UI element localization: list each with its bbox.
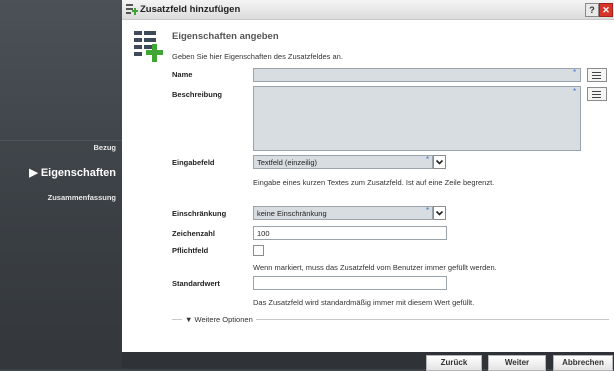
required-field-hint: Wenn markiert, muss das Zusatzfeld vom B…: [253, 263, 497, 272]
sidebar-divider: [0, 140, 122, 141]
dialog: Zusatzfeld hinzufügen ? ✕ Eigenschaften …: [122, 0, 614, 352]
close-button[interactable]: ✕: [599, 3, 613, 17]
restriction-dropdown-button[interactable]: [433, 206, 446, 220]
add-field-icon: [126, 4, 138, 17]
required-marker: *: [426, 155, 430, 164]
char-count-value: 100: [257, 229, 270, 238]
add-field-large-icon: [134, 31, 164, 65]
char-count-input[interactable]: 100: [253, 226, 447, 240]
restriction-value: keine Einschränkung: [257, 209, 327, 218]
char-count-label: Zeichenzahl: [172, 229, 215, 238]
required-marker: *: [573, 87, 577, 96]
input-type-hint: Eingabe eines kurzen Textes zum Zusatzfe…: [253, 178, 495, 187]
required-field-checkbox[interactable]: [253, 245, 264, 256]
description-textarea[interactable]: [253, 86, 581, 151]
chevron-down-icon: [435, 210, 444, 216]
restriction-label: Einschränkung: [172, 209, 227, 218]
input-type-select[interactable]: Textfeld (einzeilig): [253, 155, 433, 169]
more-options-toggle[interactable]: ▼ Weitere Optionen: [182, 315, 256, 324]
input-type-dropdown-button[interactable]: [433, 155, 446, 169]
dialog-title: Zusatzfeld hinzufügen: [140, 4, 241, 15]
title-bar: Zusatzfeld hinzufügen ? ✕: [122, 0, 614, 20]
text-editor-button[interactable]: [587, 68, 607, 82]
sidebar-item-bezug[interactable]: Bezug: [94, 143, 117, 152]
section-heading: Eigenschaften angeben: [172, 31, 279, 42]
input-type-label: Eingabefeld: [172, 158, 215, 167]
input-type-value: Textfeld (einzeilig): [257, 158, 318, 167]
name-input[interactable]: [253, 68, 581, 82]
help-button[interactable]: ?: [585, 3, 599, 17]
default-value-input[interactable]: [253, 276, 447, 290]
required-marker: *: [573, 68, 577, 77]
chevron-down-icon: [435, 159, 444, 165]
name-label: Name: [172, 70, 193, 79]
default-value-hint: Das Zusatzfeld wird standardmäßig immer …: [253, 298, 475, 307]
wizard-sidebar: Bezug ▶ Eigenschaften Zusammenfassung: [0, 0, 122, 369]
sidebar-item-zusammenfassung[interactable]: Zusammenfassung: [48, 193, 116, 202]
section-subheading: Geben Sie hier Eigenschaften des Zusatzf…: [172, 52, 343, 61]
required-marker: *: [426, 206, 430, 215]
text-editor-button[interactable]: [587, 87, 607, 101]
default-value-label: Standardwert: [172, 279, 220, 288]
required-field-label: Pflichtfeld: [172, 246, 209, 255]
sidebar-item-eigenschaften[interactable]: ▶ Eigenschaften: [29, 166, 116, 179]
description-label: Beschreibung: [172, 90, 223, 99]
restriction-select[interactable]: keine Einschränkung: [253, 206, 433, 220]
